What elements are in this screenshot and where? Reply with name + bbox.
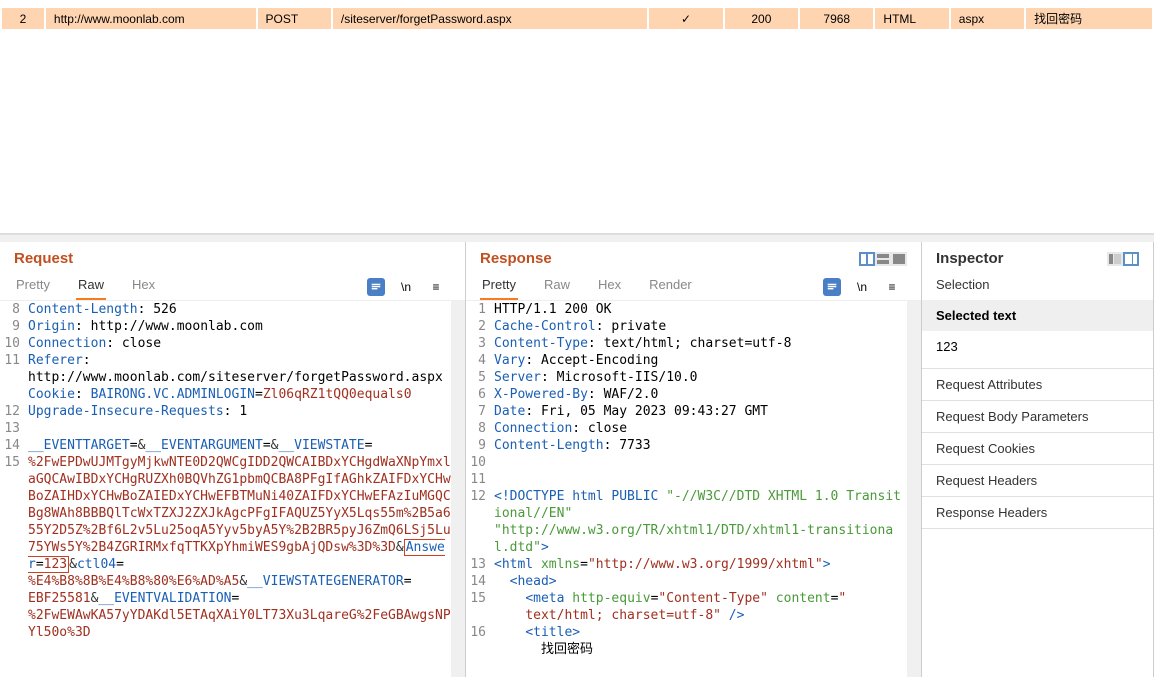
inspector-selected-text-label: Selected text — [922, 300, 1153, 331]
inspector-selected-value[interactable]: 123 — [922, 331, 1153, 368]
inspector-request-body-parameters[interactable]: Request Body Parameters — [922, 401, 1153, 432]
row-number: 2 — [2, 8, 44, 29]
table-header-row — [2, 2, 1152, 6]
layout-left-icon[interactable] — [1107, 252, 1123, 266]
request-tabs: Pretty Raw Hex \n ≡ — [0, 269, 465, 301]
tab-pretty[interactable]: Pretty — [480, 273, 518, 300]
line-gutter: 89101112131415 — [0, 301, 24, 677]
request-editor[interactable]: 89101112131415 Content-Length: 526Origin… — [0, 301, 465, 677]
tab-render[interactable]: Render — [647, 273, 694, 300]
tab-hex[interactable]: Hex — [130, 273, 157, 300]
inspector-selection-label: Selection — [922, 269, 1153, 300]
row-status: 200 — [725, 8, 798, 29]
horizontal-scrollbar[interactable] — [0, 234, 1154, 242]
actions-icon[interactable] — [823, 278, 841, 296]
hamburger-icon[interactable]: ≡ — [883, 278, 901, 296]
layout-columns-icon[interactable] — [859, 252, 875, 266]
newline-icon[interactable]: \n — [397, 278, 415, 296]
layout-rows-icon[interactable] — [875, 252, 891, 266]
row-host: http://www.moonlab.com — [46, 8, 256, 29]
row-path: /siteserver/forgetPassword.aspx — [333, 8, 647, 29]
inspector-panel: Inspector Selection Selected text 123 Re… — [922, 242, 1154, 677]
response-title: Response — [480, 250, 552, 267]
inspector-title: Inspector — [936, 250, 1004, 267]
row-title: 找回密码 — [1026, 8, 1152, 29]
request-panel: Request Pretty Raw Hex \n ≡ 891011121314… — [0, 242, 466, 677]
tab-raw[interactable]: Raw — [542, 273, 572, 300]
vertical-scrollbar[interactable] — [907, 301, 921, 677]
actions-icon[interactable] — [367, 278, 385, 296]
line-gutter: 12345678910111213141516 — [466, 301, 490, 677]
hamburger-icon[interactable]: ≡ — [427, 278, 445, 296]
tab-raw[interactable]: Raw — [76, 273, 106, 300]
row-ext: aspx — [951, 8, 1024, 29]
response-panel: Response Pretty Raw Hex Render \n ≡ 1234… — [466, 242, 922, 677]
response-editor[interactable]: 12345678910111213141516 HTTP/1.1 200 OKC… — [466, 301, 921, 677]
response-tabs: Pretty Raw Hex Render \n ≡ — [466, 269, 921, 301]
inspector-response-headers[interactable]: Response Headers — [922, 497, 1153, 528]
row-length: 7968 — [800, 8, 873, 29]
vertical-scrollbar[interactable] — [451, 301, 465, 677]
row-mime: HTML — [875, 8, 948, 29]
row-edited-icon: ✓ — [649, 8, 722, 29]
request-title: Request — [14, 250, 73, 267]
inspector-request-attributes[interactable]: Request Attributes — [922, 369, 1153, 400]
layout-right-icon[interactable] — [1123, 252, 1139, 266]
tab-hex[interactable]: Hex — [596, 273, 623, 300]
layout-toggle — [859, 252, 907, 266]
layout-single-icon[interactable] — [891, 252, 907, 266]
http-history-table: 2 http://www.moonlab.com POST /siteserve… — [0, 0, 1154, 234]
inspector-request-cookies[interactable]: Request Cookies — [922, 433, 1153, 464]
inspector-request-headers[interactable]: Request Headers — [922, 465, 1153, 496]
table-row[interactable]: 2 http://www.moonlab.com POST /siteserve… — [2, 8, 1152, 29]
row-method: POST — [258, 8, 331, 29]
newline-icon[interactable]: \n — [853, 278, 871, 296]
tab-pretty[interactable]: Pretty — [14, 273, 52, 300]
inspector-layout-toggle — [1107, 252, 1139, 266]
